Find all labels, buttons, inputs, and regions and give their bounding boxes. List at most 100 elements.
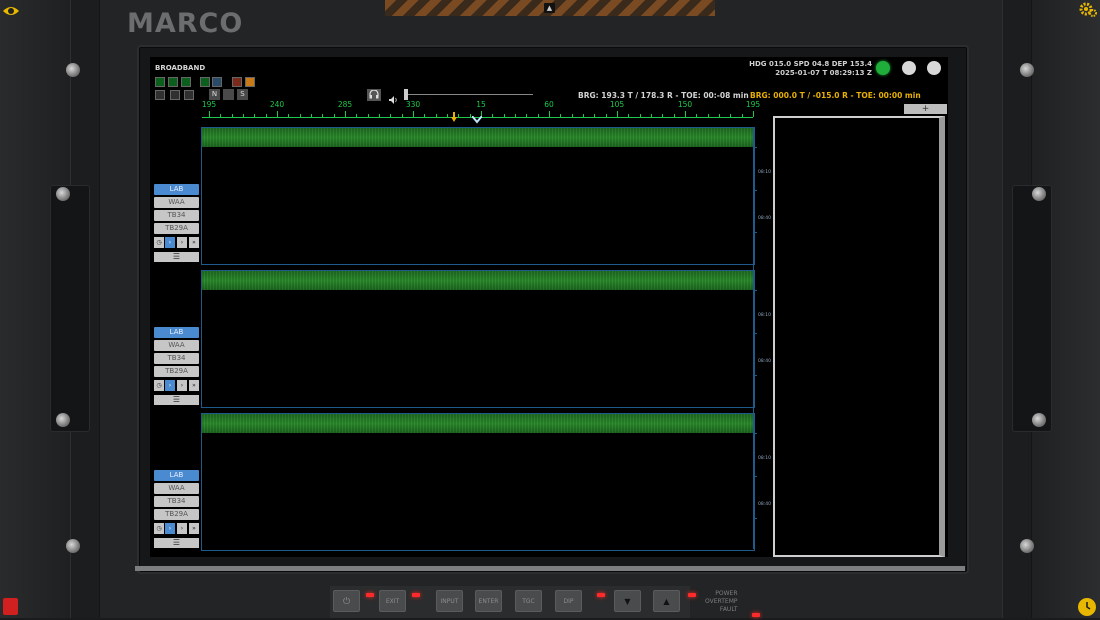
record-button[interactable] — [232, 77, 242, 87]
history-clock-icon[interactable]: ◷ — [154, 237, 164, 248]
clock-icon[interactable] — [1078, 598, 1096, 616]
scale-tick — [356, 114, 358, 117]
layout-button[interactable] — [184, 90, 194, 100]
scale-tick — [571, 114, 573, 117]
bearing-scale[interactable]: 195 240 285 330 15 60 105 150 195 — [202, 100, 760, 124]
display-mode-button[interactable] — [200, 77, 210, 87]
time-tick — [753, 392, 755, 393]
volume-slider[interactable] — [405, 94, 533, 95]
collapse-button[interactable]: ▲ — [544, 3, 555, 13]
fast-forward-icon[interactable]: » — [189, 237, 199, 248]
up-button[interactable]: ▲ — [653, 590, 680, 612]
dip-button[interactable]: DIP — [555, 590, 582, 612]
play-icon[interactable]: › — [165, 523, 175, 534]
time-tick — [753, 509, 755, 511]
channel-waa[interactable]: WAA — [154, 340, 199, 351]
panel-menu-button[interactable]: ☰ — [154, 395, 199, 405]
history-clock-icon[interactable]: ◷ — [154, 380, 164, 391]
time-tick — [753, 290, 757, 291]
waterfall-panel[interactable] — [201, 127, 755, 265]
history-clock-icon[interactable]: ◷ — [154, 523, 164, 534]
scale-tick — [651, 114, 652, 117]
scale-tick — [288, 114, 290, 117]
playback-controls: ◷ › › » — [154, 237, 199, 248]
step-forward-icon[interactable]: › — [177, 380, 187, 391]
channel-tb29a[interactable]: TB29A — [154, 509, 199, 520]
display-mode-button[interactable] — [212, 77, 222, 87]
trash-icon[interactable] — [3, 598, 18, 615]
time-tick — [753, 518, 757, 519]
channel-tb29a[interactable]: TB29A — [154, 366, 199, 377]
scale-tick — [605, 114, 607, 117]
left-handle — [50, 185, 90, 432]
display-mode-button[interactable] — [155, 77, 165, 87]
waterfall-panel[interactable] — [201, 413, 755, 551]
time-tick — [753, 324, 755, 325]
layout-button[interactable] — [155, 90, 165, 100]
time-tick — [753, 240, 755, 242]
scale-tick — [753, 111, 754, 117]
enter-button[interactable]: ENTER — [475, 590, 502, 612]
volume-slider-handle[interactable] — [404, 89, 408, 100]
time-tick — [753, 543, 755, 545]
channel-lab[interactable]: LAB — [154, 327, 199, 338]
channel-tb29a[interactable]: TB29A — [154, 223, 199, 234]
gear-icon[interactable] — [1079, 2, 1098, 18]
input-button[interactable]: INPUT — [436, 590, 463, 612]
channel-tb34[interactable]: TB34 — [154, 353, 199, 364]
scale-tick — [526, 114, 528, 117]
channel-waa[interactable]: WAA — [154, 197, 199, 208]
channel-tb34[interactable]: TB34 — [154, 496, 199, 507]
stabilized-button[interactable]: S — [237, 89, 248, 100]
play-icon[interactable]: › — [165, 237, 175, 248]
channel-waa[interactable]: WAA — [154, 483, 199, 494]
display-mode-button[interactable] — [181, 77, 191, 87]
scale-tick — [413, 111, 414, 117]
scale-tick — [594, 114, 596, 117]
indicator-led — [688, 593, 696, 597]
step-forward-icon[interactable]: › — [177, 237, 187, 248]
detail-panel[interactable] — [773, 116, 945, 557]
time-tick — [753, 366, 755, 368]
scale-tick — [639, 114, 641, 117]
fast-forward-icon[interactable]: » — [189, 380, 199, 391]
panel-menu-button[interactable]: ☰ — [154, 538, 199, 548]
scale-tick — [447, 114, 448, 117]
waterfall-history — [202, 414, 754, 433]
eye-icon[interactable] — [2, 3, 20, 19]
exit-button[interactable]: EXIT — [379, 590, 406, 612]
north-up-button[interactable]: N — [209, 89, 220, 100]
marker-button[interactable] — [245, 77, 255, 87]
step-forward-icon[interactable]: › — [177, 523, 187, 534]
scale-tick — [424, 114, 426, 117]
waterfall-panel[interactable] — [201, 270, 755, 408]
layout-button[interactable] — [170, 90, 180, 100]
add-panel-button[interactable]: + — [904, 104, 947, 114]
channel-lab[interactable]: LAB — [154, 470, 199, 481]
tgc-button[interactable]: TGC — [515, 590, 542, 612]
screw — [1020, 63, 1034, 77]
time-tick — [753, 433, 757, 434]
time-tick — [753, 155, 755, 157]
down-button[interactable]: ▼ — [614, 590, 641, 612]
panel-menu-button[interactable]: ☰ — [154, 252, 199, 262]
page-title: BROADBAND — [155, 64, 206, 72]
channel-lab[interactable]: LAB — [154, 184, 199, 195]
heading-marker-icon — [471, 109, 483, 124]
power-button[interactable]: ⏻ — [333, 590, 360, 612]
right-handle — [1012, 185, 1052, 432]
fast-forward-icon[interactable]: » — [189, 523, 199, 534]
time-label: 08:40 — [758, 216, 771, 221]
display-mode-button[interactable] — [168, 77, 178, 87]
bearing-readout: BRG: 193.3 T / 178.3 R - TOE: 00:-08 min — [578, 91, 749, 100]
time-tick — [753, 383, 755, 385]
bearing-cursor-arrow-icon[interactable] — [451, 107, 457, 122]
channel-tb34[interactable]: TB34 — [154, 210, 199, 221]
play-icon[interactable]: › — [165, 380, 175, 391]
scale-tick — [345, 111, 346, 117]
nav-status-time: 2025-01-07 T 08:29:13 Z — [775, 69, 872, 77]
screw — [1032, 187, 1046, 201]
screw — [1020, 539, 1034, 553]
heading-up-button[interactable] — [223, 89, 234, 100]
playback-controls: ◷ › › » — [154, 523, 199, 534]
